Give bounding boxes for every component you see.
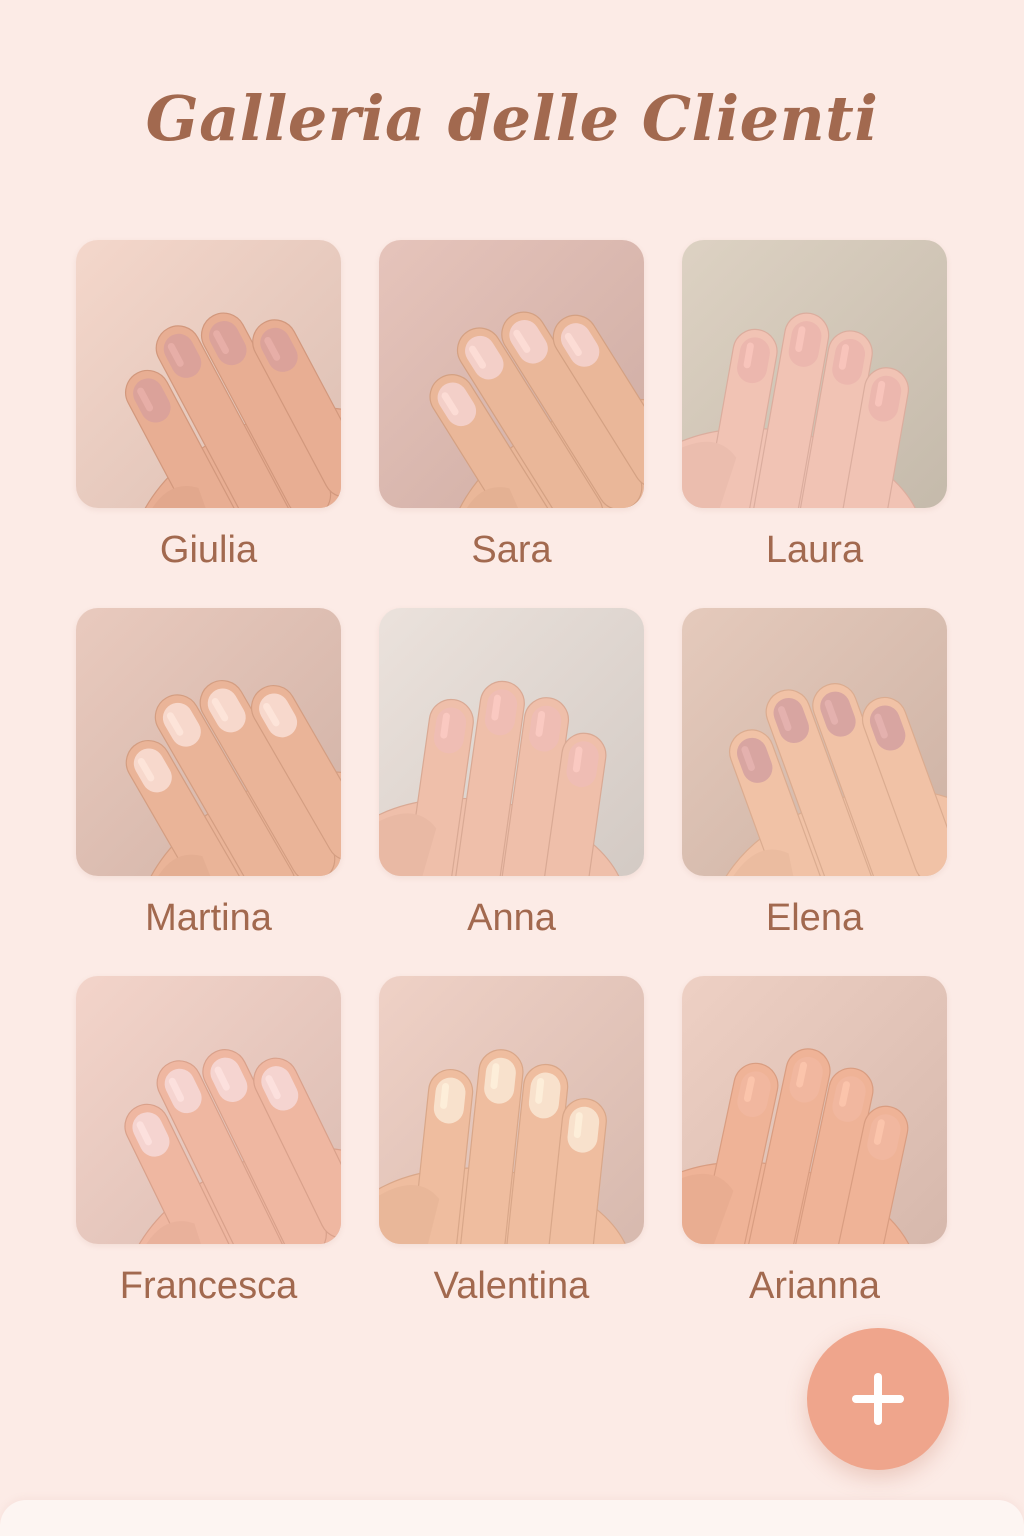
- client-photo: [379, 240, 644, 508]
- client-photo: [76, 240, 341, 508]
- client-photo: [682, 240, 947, 508]
- client-name: Arianna: [749, 1265, 880, 1307]
- client-card-giulia[interactable]: Giulia: [76, 240, 341, 608]
- client-photo: [379, 976, 644, 1244]
- client-card-martina[interactable]: Martina: [76, 608, 341, 976]
- client-name: Giulia: [159, 529, 258, 571]
- client-photo: [379, 608, 644, 876]
- bottom-sheet: [0, 1500, 1024, 1536]
- client-card-francesca[interactable]: Francesca: [76, 976, 341, 1344]
- client-name: Francesca: [119, 1265, 298, 1307]
- plus-icon: [852, 1373, 904, 1425]
- client-card-arianna[interactable]: Arianna: [682, 976, 947, 1344]
- client-card-valentina[interactable]: Valentina: [379, 976, 644, 1344]
- client-name: Sara: [471, 529, 552, 571]
- client-photo: [682, 976, 947, 1244]
- client-photo: [682, 608, 947, 876]
- client-name: Laura: [765, 529, 864, 571]
- add-client-button[interactable]: [807, 1328, 949, 1470]
- client-name: Elena: [765, 897, 864, 939]
- client-name: Valentina: [433, 1265, 590, 1307]
- client-photo: [76, 608, 341, 876]
- client-gallery-grid: Giulia Sara Laura Martina Anna Elena Fra…: [76, 240, 948, 1344]
- page-title: Galleria delle Clienti: [145, 82, 879, 155]
- client-card-sara[interactable]: Sara: [379, 240, 644, 608]
- client-name: Martina: [145, 897, 272, 939]
- client-card-anna[interactable]: Anna: [379, 608, 644, 976]
- client-card-laura[interactable]: Laura: [682, 240, 947, 608]
- client-card-elena[interactable]: Elena: [682, 608, 947, 976]
- client-name: Anna: [467, 897, 556, 939]
- client-photo: [76, 976, 341, 1244]
